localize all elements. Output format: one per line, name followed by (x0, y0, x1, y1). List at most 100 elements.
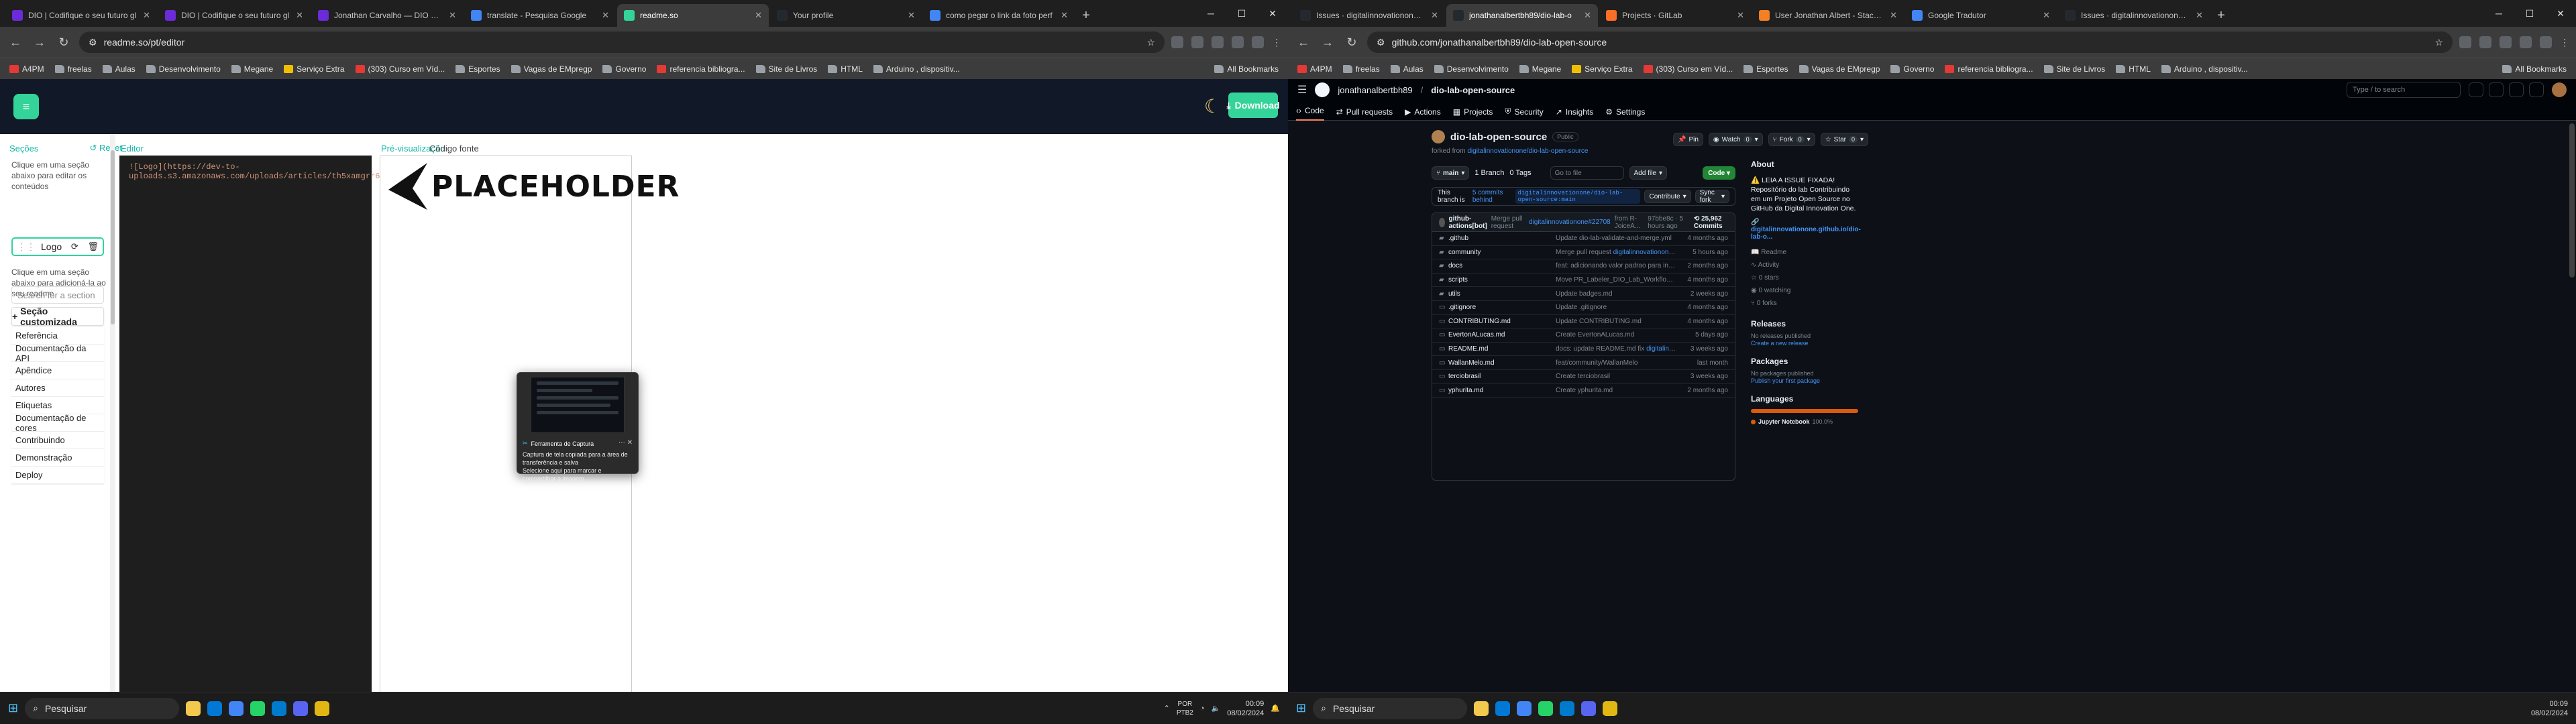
file-commit-message[interactable]: Create EvertonALucas.md (1556, 331, 1677, 339)
forward-icon[interactable]: → (31, 36, 48, 50)
custom-section-button[interactable]: + Seção customizada (11, 306, 104, 327)
tab-source-code[interactable]: Código fonte (429, 143, 479, 154)
menu-kebab-icon[interactable]: ⋮ (2560, 37, 2569, 48)
app-icon[interactable] (315, 701, 330, 716)
bookmark-star-icon[interactable]: ☆ (2434, 37, 2443, 48)
tab-close-icon[interactable]: ✕ (908, 10, 915, 21)
file-name[interactable]: yphurita.md (1448, 387, 1556, 394)
bookmark-item[interactable]: referencia bibliogra... (653, 62, 749, 76)
bookmark-item[interactable]: HTML (2112, 62, 2155, 76)
inbox-icon[interactable] (2529, 82, 2544, 97)
file-commit-message[interactable]: Update .gitignore (1556, 304, 1677, 311)
commit-author[interactable]: github-actions[bot] (1449, 215, 1487, 230)
file-commit-message[interactable]: Create terciobrasil (1556, 373, 1677, 380)
publish-package-link[interactable]: Publish your first package (1751, 377, 1820, 384)
bookmark-item[interactable]: Serviço Extra (1568, 62, 1636, 76)
all-bookmarks[interactable]: All Bookmarks (2498, 62, 2571, 76)
toast-close-icon[interactable]: ··· ✕ (619, 439, 633, 446)
chrome-icon[interactable] (229, 701, 244, 716)
tab-insights[interactable]: ↗ Insights (1556, 107, 1593, 121)
vscode-icon[interactable] (1560, 701, 1575, 716)
notification-bell-icon[interactable]: 🔔 (1271, 704, 1280, 713)
minimize-button[interactable]: ─ (1195, 0, 1226, 27)
file-name[interactable]: scripts (1448, 276, 1556, 284)
drag-handle-icon[interactable]: ⋮⋮ (17, 241, 36, 253)
tab-close-icon[interactable]: ✕ (755, 10, 762, 21)
file-commit-message[interactable]: Create yphurita.md (1556, 387, 1677, 394)
tab-close-icon[interactable]: ✕ (449, 10, 456, 21)
browser-tab[interactable]: jonathanalbertbh89/dio-lab-o ✕ (1446, 4, 1598, 27)
branch-selector[interactable]: ⑂ main ▾ (1432, 166, 1470, 180)
file-name[interactable]: .github (1448, 235, 1556, 242)
extension-icon[interactable] (2459, 36, 2471, 48)
file-commit-message[interactable]: Update CONTRIBUTING.md (1556, 318, 1677, 325)
dark-mode-moon-icon[interactable]: ☾ (1204, 95, 1221, 117)
section-item-logo[interactable]: ⋮⋮ Logo ⟳ 🗑 (11, 237, 104, 256)
about-meta-item[interactable]: ☆ 0 stars (1751, 272, 1858, 284)
go-to-file-input[interactable]: Go to file (1550, 166, 1624, 180)
tab-settings[interactable]: ⚙ Settings (1605, 107, 1645, 121)
file-name[interactable]: .gitignore (1448, 304, 1556, 311)
file-row[interactable]: ▭ .gitignore Update .gitignore 4 months ago (1432, 301, 1735, 315)
trash-icon[interactable]: 🗑 (87, 241, 99, 252)
tab-close-icon[interactable]: ✕ (602, 10, 609, 21)
hamburger-menu-icon[interactable]: ☰ (1297, 83, 1307, 97)
tab-actions[interactable]: ▶ Actions (1405, 107, 1441, 121)
file-row[interactable]: ▭ README.md docs: update README.md fix dig… (1432, 343, 1735, 357)
extension-icon[interactable] (1232, 36, 1244, 48)
file-commit-message[interactable]: Merge pull request digitalinnovationone#… (1556, 249, 1677, 256)
file-row[interactable]: ▰ community Merge pull request digitalinno… (1432, 246, 1735, 260)
file-commit-message[interactable]: Update dio-lab-validate-and-merge.yml (1556, 235, 1677, 242)
extension-icon[interactable] (2520, 36, 2532, 48)
browser-tab[interactable]: Your profile ✕ (770, 4, 922, 27)
create-new-icon[interactable] (2469, 82, 2483, 97)
close-window-button[interactable]: ✕ (2545, 0, 2576, 27)
file-commit-message[interactable]: docs: update README.md fix digitalinnova… (1556, 345, 1677, 353)
discord-icon[interactable] (1581, 701, 1597, 716)
tab-close-icon[interactable]: ✕ (1431, 10, 1438, 21)
bookmark-item[interactable]: Serviço Extra (280, 62, 348, 76)
menu-kebab-icon[interactable]: ⋮ (1272, 37, 1281, 48)
browser-tab[interactable]: translate - Pesquisa Google ✕ (464, 4, 616, 27)
pin-button[interactable]: 📌 Pin (1673, 133, 1703, 146)
bookmark-item[interactable]: Arduino , dispositiv... (869, 62, 964, 76)
language-indicator[interactable]: POR PTB2 (1177, 700, 1193, 717)
clock[interactable]: 00:09 08/02/2024 (2531, 699, 2568, 718)
bookmark-item[interactable]: Megane (227, 62, 277, 76)
new-tab-button[interactable]: + (2211, 4, 2231, 27)
file-commit-message[interactable]: feat: adicionando valor padrao para inpu… (1556, 262, 1677, 269)
section-option[interactable]: Contribuindo (11, 432, 104, 449)
commit-pr-link[interactable]: digitalinnovationone#22708 (1529, 219, 1611, 226)
reload-icon[interactable]: ↻ (55, 36, 72, 50)
tab-close-icon[interactable]: ✕ (143, 10, 150, 21)
file-row[interactable]: ▭ terciobrasil Create terciobrasil 3 weeks … (1432, 370, 1735, 384)
minimize-button[interactable]: ─ (2483, 0, 2514, 27)
tab-close-icon[interactable]: ✕ (1584, 10, 1591, 21)
file-name[interactable]: utils (1448, 290, 1556, 298)
section-option[interactable]: Deploy (11, 467, 104, 484)
bookmark-item[interactable]: Vagas de EMpregp (1795, 62, 1884, 76)
reset-button[interactable]: ↺ Reset (90, 143, 122, 154)
branches-link[interactable]: 1 Branch (1474, 169, 1504, 177)
file-name[interactable]: community (1448, 249, 1556, 256)
forward-icon[interactable]: → (1319, 36, 1336, 50)
extension-icon[interactable] (1171, 36, 1183, 48)
bookmark-item[interactable]: freelas (1339, 62, 1384, 76)
bookmark-item[interactable]: Site de Livros (752, 62, 822, 76)
screenshot-thumbnail[interactable] (531, 377, 625, 433)
download-button[interactable]: ⤓ Download (1226, 93, 1280, 118)
browser-tab[interactable]: DIO | Codifique o seu futuro gl ✕ (5, 4, 157, 27)
tab-pull-requests[interactable]: ⇄ Pull requests (1336, 107, 1393, 121)
browser-tab[interactable]: Issues · digitalinnovationone/di ✕ (2058, 4, 2210, 27)
packages-title[interactable]: Packages (1751, 357, 1858, 366)
file-row[interactable]: ▭ EvertonALucas.md Create EvertonALucas.md… (1432, 328, 1735, 343)
github-logo-icon[interactable] (1315, 82, 1330, 97)
commit-hash[interactable]: 97bbe8c · 5 hours ago (1648, 215, 1687, 230)
wifi-icon[interactable]: ◔ (1200, 705, 1205, 713)
section-option[interactable]: Documentação da API (11, 343, 104, 363)
about-meta-item[interactable]: ⑂ 0 forks (1751, 297, 1858, 310)
file-row[interactable]: ▰ utils Update badges.md 2 weeks ago (1432, 287, 1735, 301)
chrome-icon[interactable] (1517, 701, 1532, 716)
volume-icon[interactable]: 🔈 (1212, 704, 1221, 713)
bookmark-item[interactable]: Vagas de EMpregp (507, 62, 596, 76)
